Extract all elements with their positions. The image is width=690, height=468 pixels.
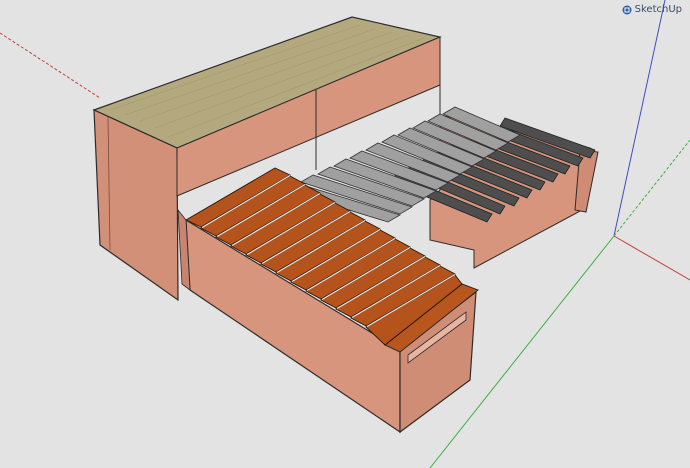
red-axis-solid [613, 235, 690, 281]
sketchup-viewport[interactable]: SketchUp [0, 0, 690, 468]
model-canvas[interactable] [0, 0, 690, 468]
red-axis [0, 32, 101, 99]
green-axis-dashed [613, 139, 690, 237]
sketchup-logo-icon [622, 5, 632, 14]
blue-axis [613, 0, 666, 237]
sketchup-logo: SketchUp [622, 4, 682, 15]
brand-label: SketchUp [634, 4, 682, 15]
